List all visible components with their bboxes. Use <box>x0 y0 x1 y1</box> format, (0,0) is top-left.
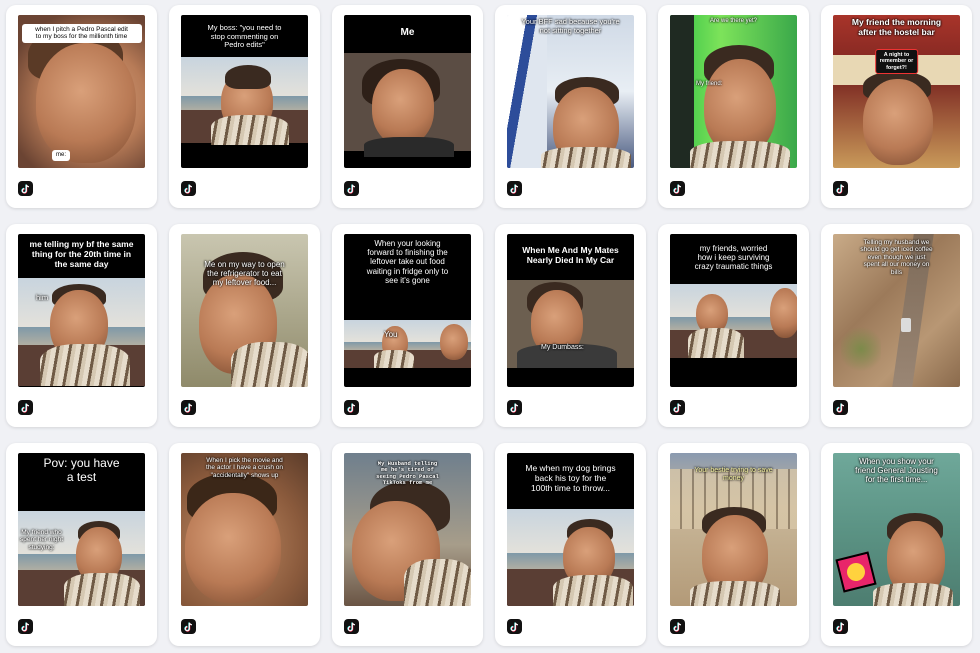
video-thumbnail[interactable]: my friends, worried how i keep surviving… <box>670 234 797 387</box>
meme-caption: You <box>384 330 398 339</box>
video-thumbnail[interactable]: Your bestie trying to save money <box>670 453 797 606</box>
meme-caption: My Dumbass: <box>541 344 584 351</box>
meme-caption: A night to remember or forget?! <box>874 49 919 74</box>
video-thumbnail[interactable]: When I pick the movie and the actor I ha… <box>181 453 308 606</box>
video-card[interactable]: Are we there yet? My friend: <box>658 5 809 208</box>
tiktok-icon <box>18 181 33 196</box>
tiktok-icon <box>18 619 33 634</box>
tiktok-icon <box>507 181 522 196</box>
tiktok-icon <box>507 619 522 634</box>
video-card[interactable]: My Husband telling me he's tired of seei… <box>332 443 483 646</box>
meme-caption: Pov: you have a test <box>43 456 120 484</box>
tiktok-icon <box>181 400 196 415</box>
video-thumbnail[interactable]: Me <box>344 15 471 168</box>
meme-caption: Me <box>400 27 415 38</box>
video-card[interactable]: Telling my husband we should go get iced… <box>821 224 972 427</box>
tiktok-icon <box>833 400 848 415</box>
meme-caption: When you show your friend General Jousti… <box>855 457 938 485</box>
video-thumbnail[interactable]: when I pitch a Pedro Pascal edit to my b… <box>18 15 145 168</box>
video-card[interactable]: When you show your friend General Jousti… <box>821 443 972 646</box>
video-card[interactable]: Your bestie trying to save money <box>658 443 809 646</box>
tiktok-icon <box>344 619 359 634</box>
meme-caption: My friend who spent her night studying: <box>20 529 64 551</box>
meme-caption: My Husband telling me he's tired of seei… <box>376 460 439 486</box>
meme-caption: My friend the morning after the hostel b… <box>851 17 942 37</box>
tiktok-icon <box>670 619 685 634</box>
video-card[interactable]: When Me And My Mates Nearly Died In My C… <box>495 224 646 427</box>
video-card[interactable]: my friends, worried how i keep surviving… <box>658 224 809 427</box>
meme-caption: me: <box>52 150 71 161</box>
video-thumbnail[interactable]: Me on my way to open the refrigerator to… <box>181 234 308 387</box>
meme-caption: my friends, worried how i keep surviving… <box>694 244 773 272</box>
video-card[interactable]: Your BFF sad because you're not sitting … <box>495 5 646 208</box>
video-thumbnail[interactable]: When your looking forward to finishing t… <box>344 234 471 387</box>
tiktok-icon <box>507 400 522 415</box>
video-thumbnail[interactable]: Your BFF sad because you're not sitting … <box>507 15 634 168</box>
meme-caption: My boss: "you need to stop commenting on… <box>207 23 282 50</box>
meme-caption: Me when my dog brings back his toy for t… <box>525 463 616 493</box>
meme-caption: When your looking forward to finishing t… <box>366 239 449 285</box>
meme-caption: Are we there yet? <box>709 18 758 24</box>
video-thumbnail[interactable]: My friend the morning after the hostel b… <box>833 15 960 168</box>
video-card[interactable]: Me on my way to open the refrigerator to… <box>169 224 320 427</box>
video-card[interactable]: My friend the morning after the hostel b… <box>821 5 972 208</box>
emoji-sticker-icon <box>835 551 877 593</box>
video-thumbnail[interactable]: My Husband telling me he's tired of seei… <box>344 453 471 606</box>
video-card[interactable]: when I pitch a Pedro Pascal edit to my b… <box>6 5 157 208</box>
meme-caption: Me on my way to open the refrigerator to… <box>204 260 285 288</box>
video-thumbnail[interactable]: When Me And My Mates Nearly Died In My C… <box>507 234 634 387</box>
meme-caption: when I pitch a Pedro Pascal edit to my b… <box>21 24 142 43</box>
tiktok-icon <box>181 619 196 634</box>
tiktok-icon <box>344 181 359 196</box>
video-card[interactable]: Pov: you have a test My friend who spent… <box>6 443 157 646</box>
video-thumbnail[interactable]: My boss: "you need to stop commenting on… <box>181 15 308 168</box>
video-card[interactable]: My boss: "you need to stop commenting on… <box>169 5 320 208</box>
meme-caption: me telling my bf the same thing for the … <box>29 239 134 269</box>
meme-caption: him <box>36 293 49 302</box>
tiktok-icon <box>181 181 196 196</box>
meme-caption: When Me And My Mates Nearly Died In My C… <box>522 245 619 265</box>
video-card[interactable]: Me when my dog brings back his toy for t… <box>495 443 646 646</box>
meme-caption: Telling my husband we should go get iced… <box>860 239 933 276</box>
video-thumbnail[interactable]: Pov: you have a test My friend who spent… <box>18 453 145 606</box>
meme-caption: Your bestie trying to save money <box>694 467 773 483</box>
tiktok-icon <box>18 400 33 415</box>
meme-caption: My friend: <box>696 81 723 87</box>
video-card[interactable]: When I pick the movie and the actor I ha… <box>169 443 320 646</box>
video-thumbnail[interactable]: me telling my bf the same thing for the … <box>18 234 145 387</box>
meme-caption: Your BFF sad because you're not sitting … <box>521 17 620 35</box>
tiktok-icon <box>833 619 848 634</box>
video-card[interactable]: Me <box>332 5 483 208</box>
tiktok-icon <box>833 181 848 196</box>
video-thumbnail[interactable]: Are we there yet? My friend: <box>670 15 797 168</box>
video-thumbnail[interactable]: Telling my husband we should go get iced… <box>833 234 960 387</box>
video-thumbnail[interactable]: When you show your friend General Jousti… <box>833 453 960 606</box>
tiktok-icon <box>344 400 359 415</box>
tiktok-icon <box>670 400 685 415</box>
video-card[interactable]: me telling my bf the same thing for the … <box>6 224 157 427</box>
meme-caption: When I pick the movie and the actor I ha… <box>206 457 283 479</box>
video-thumbnail[interactable]: Me when my dog brings back his toy for t… <box>507 453 634 606</box>
tiktok-icon <box>670 181 685 196</box>
video-grid: when I pitch a Pedro Pascal edit to my b… <box>0 0 980 653</box>
video-card[interactable]: When your looking forward to finishing t… <box>332 224 483 427</box>
